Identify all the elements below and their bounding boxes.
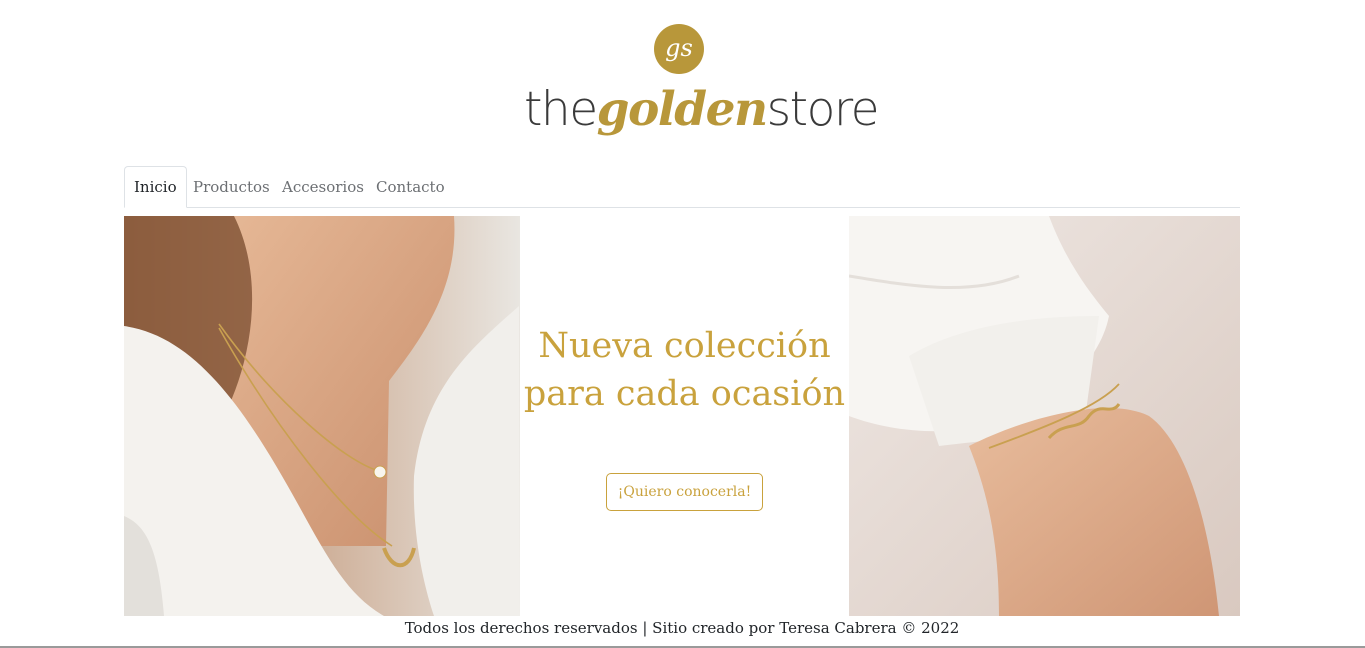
logo-monogram: gs xyxy=(665,34,693,62)
tab-productos[interactable]: Productos xyxy=(183,166,280,208)
main-nav-tabs: Inicio Productos Accesorios Contacto xyxy=(124,166,1240,208)
promo-panel: Nueva colección para cada ocasión ¡Quier… xyxy=(520,216,849,616)
site-footer: Todos los derechos reservados | Sitio cr… xyxy=(404,619,960,637)
hero-image-bracelet xyxy=(849,216,1240,616)
tab-contacto[interactable]: Contacto xyxy=(366,166,455,208)
logo-monogram-badge: gs xyxy=(654,24,704,74)
logo-wordmark: thegoldenstore xyxy=(524,82,880,137)
logo-word-store: store xyxy=(766,82,880,137)
logo-word-the: the xyxy=(524,82,598,137)
tab-inicio[interactable]: Inicio xyxy=(124,166,187,208)
discover-collection-button[interactable]: ¡Quiero conocerla! xyxy=(606,473,763,511)
tab-accesorios[interactable]: Accesorios xyxy=(272,166,374,208)
promo-title: Nueva colección para cada ocasión xyxy=(523,326,846,414)
hero-image-necklaces xyxy=(124,216,520,616)
bracelet-photo xyxy=(849,216,1240,616)
necklace-photo xyxy=(124,216,520,616)
brand-logo[interactable]: gs thegoldenstore xyxy=(524,22,880,140)
logo-word-golden: golden xyxy=(596,82,769,137)
